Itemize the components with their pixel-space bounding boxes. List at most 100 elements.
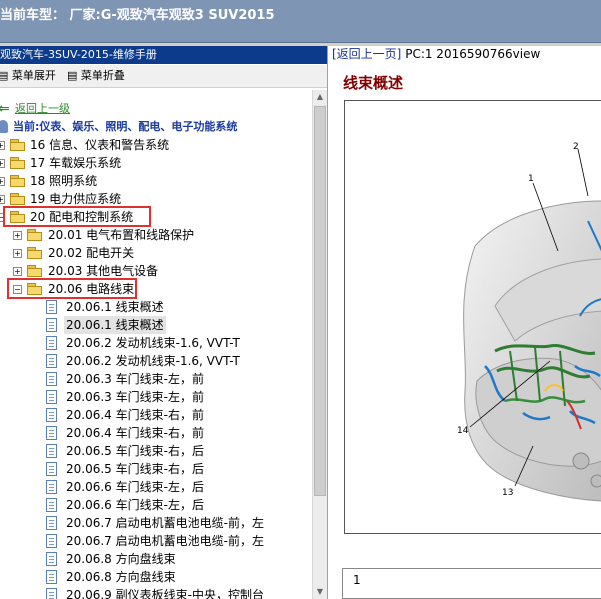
- callout-14: 14: [457, 426, 469, 436]
- doc-item[interactable]: 20.06.9 副仪表板线束-中央，控制台: [0, 586, 312, 599]
- manual-title: 观致汽车-3SUV-2015-维修手册: [0, 48, 157, 61]
- folder-icon: [27, 229, 43, 241]
- doc-label: 20.06.6 车门线束-左，后: [66, 480, 204, 494]
- doc-label: 20.06.1 线束概述: [66, 300, 164, 314]
- page-number: 1: [353, 573, 361, 587]
- doc-label: 20.06.2 发动机线束-1.6, VVT-T: [66, 336, 240, 350]
- scroll-up-arrow[interactable]: ▲: [313, 90, 327, 104]
- document-icon: [46, 354, 57, 368]
- document-icon: [46, 552, 57, 566]
- highlight-box: [7, 278, 137, 299]
- folder-icon: [27, 247, 43, 259]
- expand-menu-button[interactable]: ▤ 菜单展开: [0, 65, 56, 87]
- title-bar: 当前车型： 厂家:G-观致汽车观致3 SUV2015: [0, 0, 601, 43]
- doc-item[interactable]: 20.06.6 车门线束-左，后: [0, 478, 312, 496]
- tree-node-18[interactable]: + 18 照明系统: [0, 172, 312, 190]
- document-icon: [46, 588, 57, 599]
- tree-label: 16 信息、仪表和警告系统: [30, 138, 170, 152]
- back-up-level[interactable]: ⇐ 返回上一级: [0, 100, 312, 118]
- document-icon: [46, 516, 57, 530]
- page-number-box: 1: [342, 568, 601, 599]
- document-icon: [46, 390, 57, 404]
- document-icon: [46, 336, 57, 350]
- tree-toolbar: ▤ 菜单展开 ▤ 菜单折叠: [0, 65, 327, 88]
- scroll-down-arrow[interactable]: ▼: [313, 585, 327, 599]
- page-title: 线束概述: [343, 74, 404, 92]
- highlight-box: [3, 206, 151, 227]
- callout-2: 2: [573, 142, 579, 152]
- back-page-link[interactable]: [返回上一页]: [332, 47, 401, 61]
- expand-toggle-icon[interactable]: +: [13, 267, 22, 276]
- doc-label: 20.06.5 车门线束-右，后: [66, 462, 204, 476]
- doc-item[interactable]: 20.06.6 车门线束-左，后: [0, 496, 312, 514]
- doc-label: 20.06.5 车门线束-右，后: [66, 444, 204, 458]
- tree-pane: 观致汽车-3SUV-2015-维修手册 ▤ 菜单展开 ▤ 菜单折叠 ▲ ▼ ⇐ …: [0, 46, 328, 599]
- doc-item[interactable]: 20.06.7 启动电机蓄电池电缆-前，左: [0, 532, 312, 550]
- vehicle-title: 当前车型： 厂家:G-观致汽车观致3 SUV2015: [0, 8, 275, 23]
- page-nav: [返回上一页] PC:1 2016590766view: [332, 46, 540, 62]
- tree-node-20-01[interactable]: + 20.01 电气布置和线路保护: [0, 226, 312, 244]
- doc-item[interactable]: 20.06.4 车门线束-右，前: [0, 406, 312, 424]
- doc-item[interactable]: 20.06.7 启动电机蓄电池电缆-前，左: [0, 514, 312, 532]
- document-icon: [46, 300, 57, 314]
- callout-13: 13: [502, 488, 513, 498]
- doc-label: 20.06.9 副仪表板线束-中央，控制台: [66, 588, 264, 599]
- expand-label: 菜单展开: [11, 69, 56, 82]
- content-pane: [返回上一页] PC:1 2016590766view 线束概述 1 2 13 …: [328, 46, 601, 599]
- folder-icon: [10, 157, 26, 169]
- doc-label: 20.06.8 方向盘线束: [66, 570, 176, 584]
- tree-node-16[interactable]: + 16 信息、仪表和警告系统: [0, 136, 312, 154]
- callout-1: 1: [528, 174, 534, 184]
- document-icon: [46, 318, 57, 332]
- person-icon: [0, 120, 8, 133]
- doc-label: 20.06.1 线束概述: [64, 316, 166, 334]
- collapse-menu-button[interactable]: ▤ 菜单折叠: [67, 65, 125, 87]
- tree-node-20-02[interactable]: + 20.02 配电开关: [0, 244, 312, 262]
- manual-header: 观致汽车-3SUV-2015-维修手册: [0, 46, 327, 64]
- harness-diagram: 1 2 13 14: [344, 100, 601, 534]
- tree-label: 20.02 配电开关: [48, 246, 135, 260]
- tree-node-17[interactable]: + 17 车载娱乐系统: [0, 154, 312, 172]
- current-label: 当前:仪表、娱乐、照明、配电、电子功能系统: [13, 120, 238, 133]
- document-icon: [46, 372, 57, 386]
- doc-item[interactable]: 20.06.2 发动机线束-1.6, VVT-T: [0, 334, 312, 352]
- folder-icon: [10, 139, 26, 151]
- document-icon: [46, 534, 57, 548]
- scrollbar-thumb[interactable]: [314, 106, 326, 496]
- doc-label: 20.06.4 车门线束-右，前: [66, 408, 204, 422]
- doc-item[interactable]: 20.06.5 车门线束-右，后: [0, 442, 312, 460]
- expand-toggle-icon[interactable]: +: [13, 249, 22, 258]
- tree-label: 17 车载娱乐系统: [30, 156, 122, 170]
- folder-icon: [10, 193, 26, 205]
- expand-toggle-icon[interactable]: +: [0, 195, 5, 204]
- doc-item-selected[interactable]: 20.06.1 线束概述: [0, 316, 312, 334]
- collapse-label: 菜单折叠: [80, 69, 125, 82]
- doc-label: 20.06.7 启动电机蓄电池电缆-前，左: [66, 534, 264, 548]
- document-icon: [46, 570, 57, 584]
- tree-scrollbar[interactable]: ▲ ▼: [312, 90, 327, 599]
- expand-toggle-icon[interactable]: +: [13, 231, 22, 240]
- expand-toggle-icon[interactable]: +: [0, 141, 5, 150]
- doc-item[interactable]: 20.06.3 车门线束-左，前: [0, 370, 312, 388]
- doc-item[interactable]: 20.06.5 车门线束-右，后: [0, 460, 312, 478]
- green-arrow-icon: ⇐: [0, 100, 10, 118]
- document-icon: [46, 426, 57, 440]
- back-label[interactable]: 返回上一级: [15, 100, 70, 118]
- current-category: 当前:仪表、娱乐、照明、配电、电子功能系统: [0, 118, 312, 136]
- doc-item[interactable]: 20.06.3 车门线束-左，前: [0, 388, 312, 406]
- tree-label: 18 照明系统: [30, 174, 98, 188]
- doc-item[interactable]: 20.06.8 方向盘线束: [0, 568, 312, 586]
- doc-item[interactable]: 20.06.8 方向盘线束: [0, 550, 312, 568]
- doc-label: 20.06.7 启动电机蓄电池电缆-前，左: [66, 516, 264, 530]
- doc-item[interactable]: 20.06.1 线束概述: [0, 298, 312, 316]
- doc-label: 20.06.4 车门线束-右，前: [66, 426, 204, 440]
- document-icon: [46, 480, 57, 494]
- doc-label: 20.06.8 方向盘线束: [66, 552, 176, 566]
- doc-item[interactable]: 20.06.2 发动机线束-1.6, VVT-T: [0, 352, 312, 370]
- expand-toggle-icon[interactable]: +: [0, 159, 5, 168]
- doc-item[interactable]: 20.06.4 车门线束-右，前: [0, 424, 312, 442]
- expand-toggle-icon[interactable]: +: [0, 177, 5, 186]
- car-illustration: 1 2 13 14: [457, 142, 601, 502]
- document-icon: [46, 462, 57, 476]
- doc-label: 20.06.3 车门线束-左，前: [66, 372, 204, 386]
